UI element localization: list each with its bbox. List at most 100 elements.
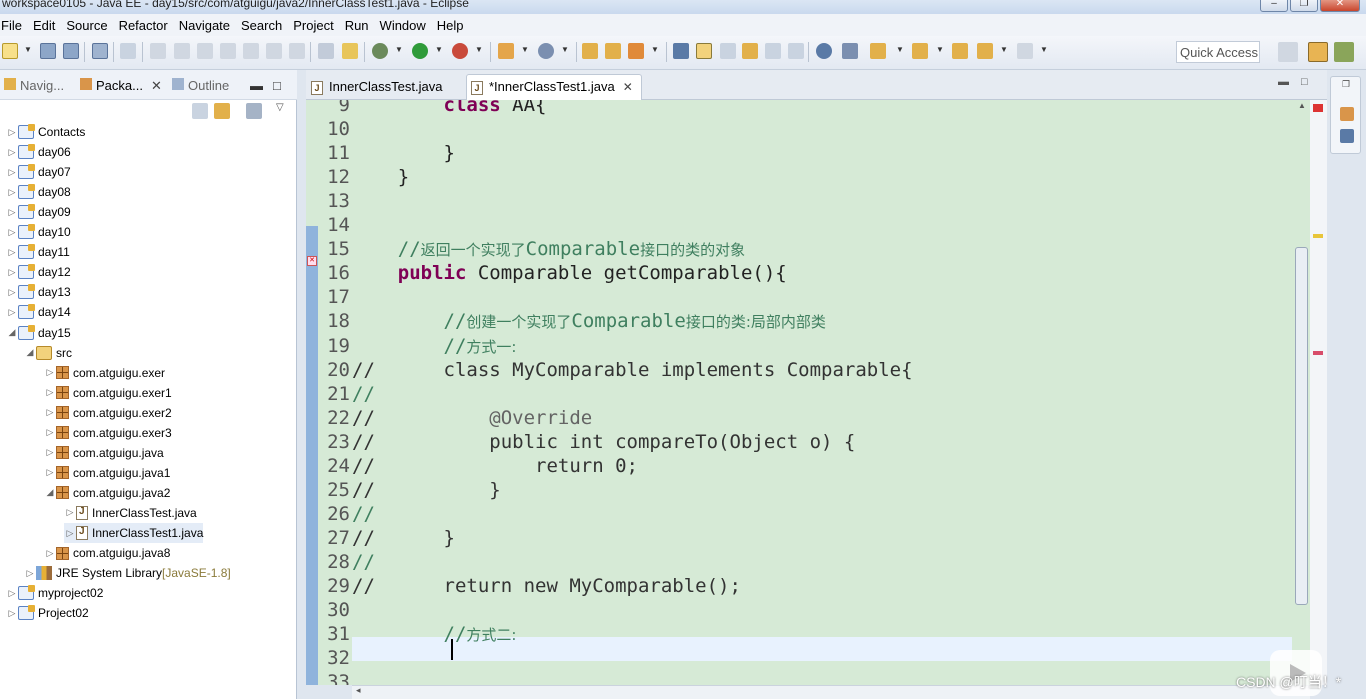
- tree-item[interactable]: ▷ com.atguigu.java: [44, 443, 164, 463]
- expand-arrow-icon[interactable]: ▷: [6, 147, 18, 158]
- link-with-editor-icon[interactable]: [214, 103, 230, 119]
- disconnect-icon[interactable]: [220, 43, 236, 59]
- tree-item[interactable]: ▷ day07: [6, 162, 71, 182]
- coverage-dropdown-icon[interactable]: ▼: [475, 45, 483, 54]
- error-overview-marker[interactable]: [1313, 351, 1323, 355]
- toggle-mark-occurrences-icon[interactable]: [673, 43, 689, 59]
- step-into-icon[interactable]: [243, 43, 259, 59]
- code-line[interactable]: //方式二:: [352, 622, 517, 646]
- tab-outline[interactable]: Outline: [172, 78, 229, 93]
- show-whitespace-icon[interactable]: [742, 43, 758, 59]
- tree-item[interactable]: ▷ com.atguigu.exer3: [44, 423, 172, 443]
- skip-breakpoints-icon[interactable]: [120, 43, 136, 59]
- expand-arrow-icon[interactable]: ▷: [6, 588, 18, 599]
- menu-navigate[interactable]: Navigate: [174, 18, 236, 33]
- new-dropdown-icon[interactable]: ▼: [24, 45, 32, 54]
- tab-innerclasstest[interactable]: J InnerClassTest.java: [306, 74, 451, 100]
- external-tools-dropdown-icon[interactable]: ▼: [521, 45, 529, 54]
- expand-arrow-icon[interactable]: ▷: [64, 507, 76, 518]
- last-edit-location-icon[interactable]: [952, 43, 968, 59]
- debug-dropdown-icon[interactable]: ▼: [395, 45, 403, 54]
- outline-view-icon[interactable]: [1340, 129, 1354, 143]
- toggle-block-selection-icon[interactable]: [720, 43, 736, 59]
- tree-item[interactable]: ◢ com.atguigu.java2: [44, 483, 171, 503]
- new-icon[interactable]: [2, 43, 18, 59]
- close-icon[interactable]: ✕: [623, 80, 633, 94]
- tree-item[interactable]: ▷ day12: [6, 262, 71, 282]
- next-edit-location-icon[interactable]: [870, 43, 886, 59]
- new-java-class-dropdown-icon[interactable]: ▼: [561, 45, 569, 54]
- scroll-up-icon[interactable]: ▲: [1298, 101, 1306, 110]
- code-editor[interactable]: ✕ 9 10 11 12 13 14 15 16 17 18 19 20 21 22 23 24 25 26 27 2…: [306, 100, 1310, 685]
- code-line[interactable]: // return 0;: [352, 454, 638, 478]
- expand-arrow-icon[interactable]: ▷: [6, 608, 18, 619]
- quick-access-input[interactable]: Quick Access: [1176, 41, 1260, 63]
- sash[interactable]: [298, 70, 306, 699]
- run-icon[interactable]: [412, 43, 428, 59]
- tree-item[interactable]: ▷ day06: [6, 142, 71, 162]
- minimize-editor-icon[interactable]: ▬: [1278, 76, 1289, 88]
- open-perspective-icon[interactable]: [1278, 42, 1298, 62]
- menu-run[interactable]: Run: [340, 18, 375, 33]
- code-line[interactable]: //方式一:: [352, 334, 517, 358]
- error-icon[interactable]: ✕: [307, 256, 317, 266]
- menu-help[interactable]: Help: [432, 18, 470, 33]
- expand-arrow-icon[interactable]: ▷: [6, 307, 18, 318]
- search-icon[interactable]: [628, 43, 644, 59]
- expand-arrow-icon[interactable]: ▷: [44, 447, 56, 458]
- use-step-filters-icon[interactable]: [342, 43, 358, 59]
- print-icon[interactable]: [92, 43, 108, 59]
- expand-arrow-icon[interactable]: ▷: [44, 407, 56, 418]
- collapse-arrow-icon[interactable]: ◢: [24, 347, 36, 358]
- menu-file[interactable]: File: [0, 18, 28, 33]
- back-icon[interactable]: [977, 43, 993, 59]
- expand-arrow-icon[interactable]: ▷: [6, 247, 18, 258]
- close-icon[interactable]: ✕: [151, 78, 162, 93]
- scroll-left-icon[interactable]: ◂: [356, 685, 361, 696]
- menu-window[interactable]: Window: [375, 18, 432, 33]
- code-line[interactable]: //: [352, 502, 375, 526]
- step-return-icon[interactable]: [289, 43, 305, 59]
- code-text[interactable]: class AA{ } } //返回一个实现了Comparable接口的类的对象…: [352, 100, 1292, 685]
- step-over-icon[interactable]: [266, 43, 282, 59]
- expand-arrow-icon[interactable]: ▷: [44, 467, 56, 478]
- maximize-view-icon[interactable]: □: [273, 78, 281, 93]
- tree-item[interactable]: ▷ myproject02: [6, 583, 103, 603]
- tree-item[interactable]: ▷ com.atguigu.exer1: [44, 383, 172, 403]
- menu-source[interactable]: Source: [61, 18, 113, 33]
- coverage-icon[interactable]: [452, 43, 468, 59]
- menu-project[interactable]: Project: [288, 18, 339, 33]
- search-dropdown-icon[interactable]: ▼: [651, 45, 659, 54]
- expand-arrow-icon[interactable]: ▷: [6, 267, 18, 278]
- error-overview-marker[interactable]: [1313, 104, 1323, 112]
- debug-icon[interactable]: [372, 43, 388, 59]
- forward-dropdown-icon[interactable]: ▼: [1040, 45, 1048, 54]
- drop-to-frame-icon[interactable]: [318, 43, 334, 59]
- web-browser-icon[interactable]: [816, 43, 832, 59]
- expand-arrow-icon[interactable]: ▷: [44, 367, 56, 378]
- focus-task-icon[interactable]: [246, 103, 262, 119]
- task-list-icon[interactable]: [1340, 107, 1354, 121]
- tree-item[interactable]: ▷ InnerClassTest.java: [64, 503, 197, 523]
- maximize-editor-icon[interactable]: □: [1301, 76, 1308, 88]
- expand-arrow-icon[interactable]: ▷: [44, 427, 56, 438]
- suspend-icon[interactable]: [174, 43, 190, 59]
- expand-arrow-icon[interactable]: ▷: [44, 387, 56, 398]
- scrollbar-thumb[interactable]: [1295, 247, 1308, 605]
- next-edit-dropdown-icon[interactable]: ▼: [896, 45, 904, 54]
- code-line[interactable]: class AA{: [352, 100, 547, 117]
- tree-item[interactable]: ◢ day15: [6, 323, 71, 343]
- debug-perspective-icon[interactable]: [1334, 42, 1354, 62]
- tab-innerclasstest1[interactable]: J *InnerClassTest1.java ✕: [466, 74, 642, 100]
- tree-item[interactable]: ▷ JRE System Library [JavaSE-1.8]: [24, 563, 231, 583]
- tree-item[interactable]: ▷ InnerClassTest1.java: [64, 523, 204, 543]
- tree-item[interactable]: ▷ com.atguigu.java8: [44, 543, 171, 563]
- resume-icon[interactable]: [150, 43, 166, 59]
- code-line[interactable]: //: [352, 382, 375, 406]
- java-ee-perspective-icon[interactable]: [1308, 42, 1328, 62]
- save-icon[interactable]: [40, 43, 56, 59]
- tree-item[interactable]: ▷ day09: [6, 202, 71, 222]
- open-type-icon[interactable]: [582, 43, 598, 59]
- run-dropdown-icon[interactable]: ▼: [435, 45, 443, 54]
- expand-arrow-icon[interactable]: ▷: [24, 568, 36, 579]
